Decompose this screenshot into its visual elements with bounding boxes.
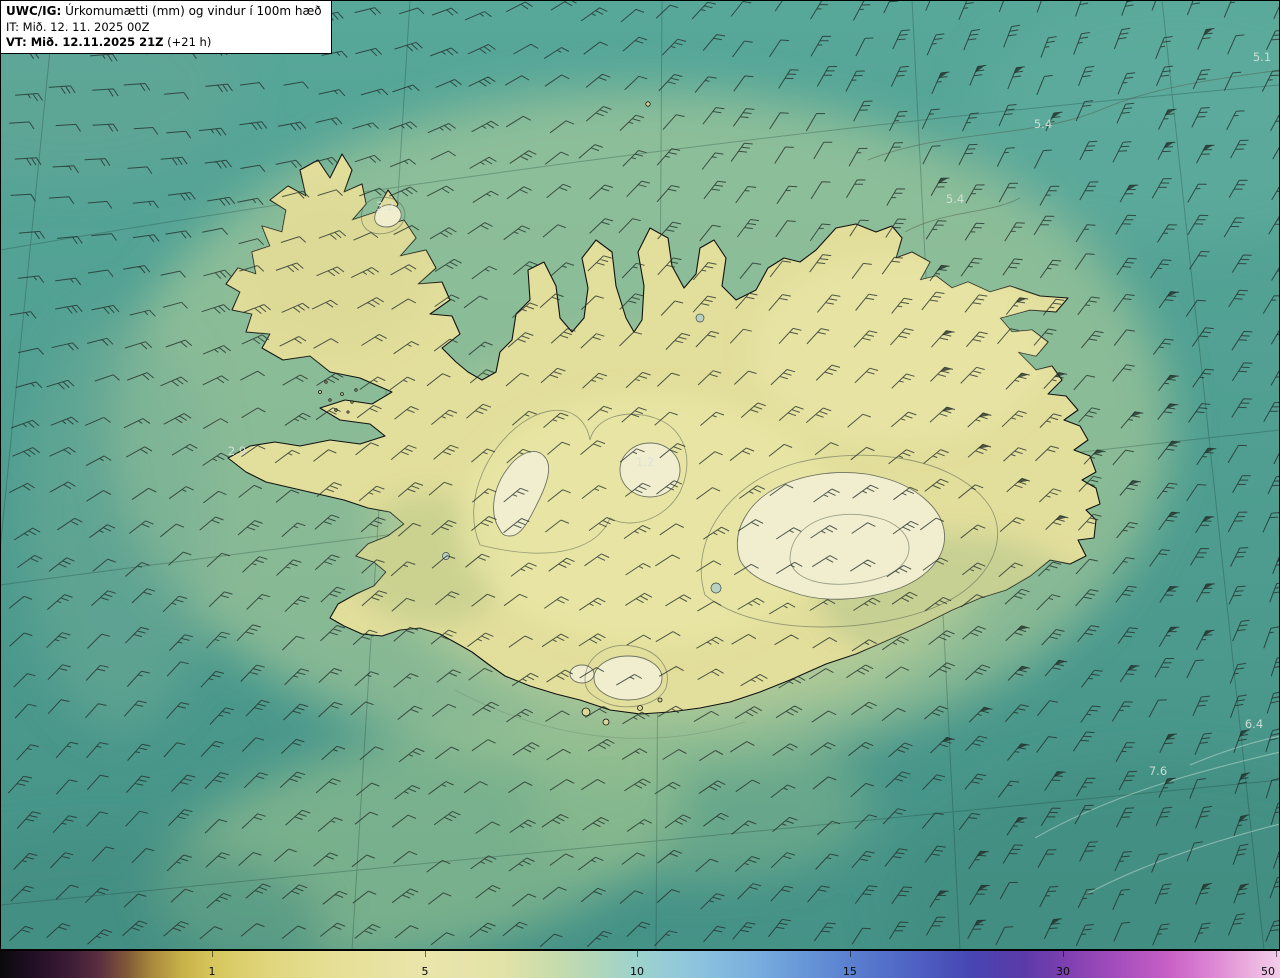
map-canvas: 5.1 5.4 5.4 3.2 2.9 1.2 6.4 7.6 [0, 0, 1280, 950]
island-grimsey [645, 101, 651, 107]
colorbar-label: 50 [1261, 965, 1275, 978]
colorbar-tick [637, 951, 639, 957]
colorbar: 1 5 10 15 30 50 [0, 950, 1280, 978]
colorbar-label: 5 [421, 965, 429, 978]
valid-time-main: VT: Mið. 12.11.2025 21Z [6, 34, 164, 49]
contour-value-label: 5.4 [1034, 117, 1052, 131]
valid-time-offset: (+21 h) [163, 34, 212, 49]
glacier-eyjafjallajokull [569, 664, 595, 684]
contour-value-label: 5.4 [946, 192, 964, 206]
contour-value-label: 2.9 [228, 444, 246, 458]
contour-value-label: 3.2 [376, 199, 394, 213]
colorbar-label: 15 [842, 965, 857, 978]
contour-value-label: 6.4 [1245, 717, 1263, 731]
colorbar-label: 1 [208, 965, 216, 978]
init-time: IT: Mið. 12. 11. 2025 00Z [6, 19, 150, 34]
colorbar-tick [1063, 951, 1065, 957]
colorbar-tick [211, 951, 213, 957]
product-title: UWC/IG: Úrkomumætti (mm) og vindur í 100… [6, 4, 322, 20]
colorbar-label: 30 [1056, 965, 1071, 978]
colorbar-tick [1275, 951, 1277, 957]
colorbar-label: 10 [630, 965, 645, 978]
valid-time: VT: Mið. 12.11.2025 21Z (+21 h) [6, 35, 322, 50]
contour-value-label: 1.2 [636, 455, 654, 469]
contour-value-label: 5.1 [1253, 50, 1271, 64]
weather-map: 5.1 5.4 5.4 3.2 2.9 1.2 6.4 7.6 UWC/IG: Úrkomum… [0, 0, 1280, 978]
contour-value-label: 7.6 [1149, 764, 1167, 778]
product-description: Úrkomumætti (mm) og vindur í 100m hæð [61, 4, 322, 18]
colorbar-tick [849, 951, 851, 957]
map-title-box: UWC/IG: Úrkomumætti (mm) og vindur í 100… [0, 0, 332, 55]
product-code: UWC/IG: [6, 4, 62, 18]
colorbar-tick [424, 951, 426, 957]
